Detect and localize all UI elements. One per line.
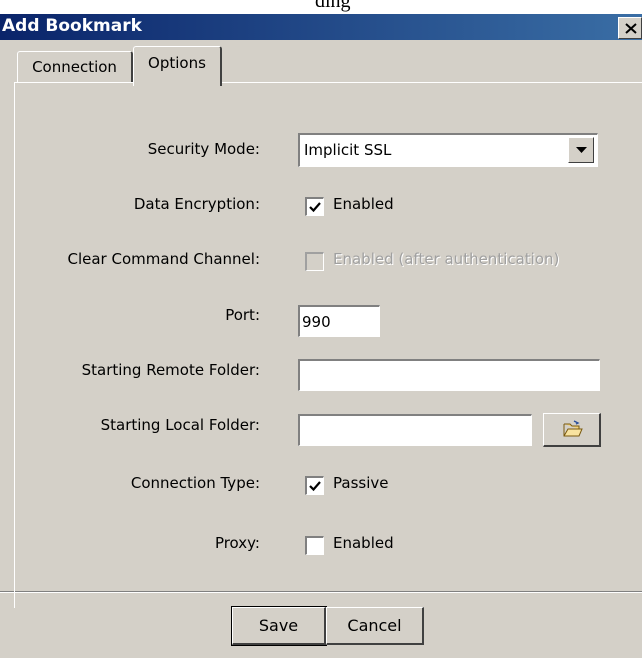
close-button[interactable] <box>618 17 642 39</box>
tab-connection[interactable]: Connection <box>17 51 133 83</box>
background-caption-fragment: ding <box>315 0 351 12</box>
close-icon <box>625 23 637 34</box>
cancel-button[interactable]: Cancel <box>326 607 424 645</box>
page: ding Add Bookmark Connection Options Sec… <box>0 0 642 658</box>
add-bookmark-dialog: Add Bookmark Connection Options Security… <box>0 14 642 658</box>
tab-options[interactable]: Options <box>133 46 222 86</box>
save-button[interactable]: Save <box>231 606 327 646</box>
title-bar[interactable]: Add Bookmark <box>0 14 642 40</box>
options-tab-panel <box>14 82 642 608</box>
window-title: Add Bookmark <box>2 16 142 36</box>
